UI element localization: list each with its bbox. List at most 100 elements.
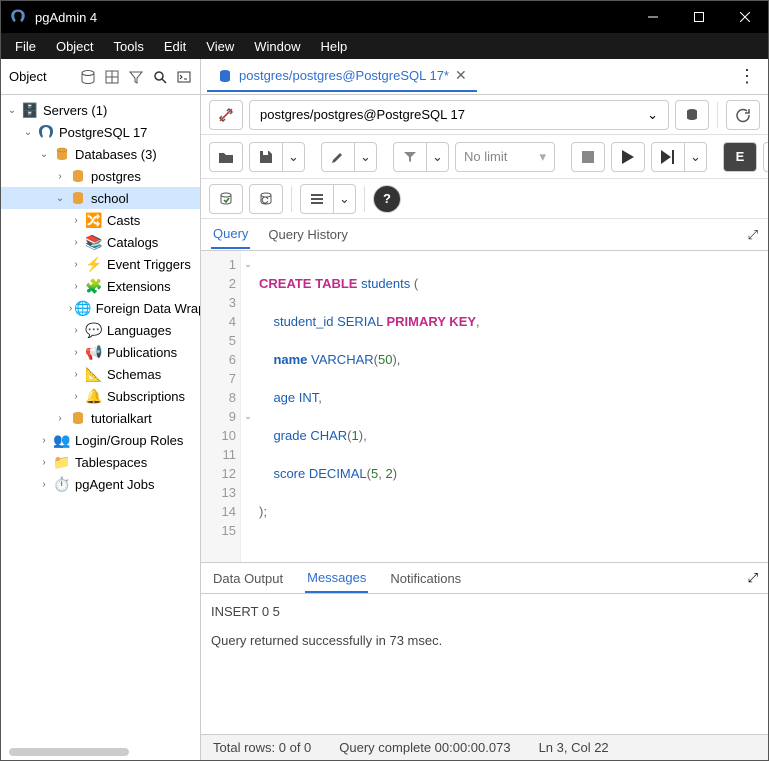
tree-db-tutorialkart[interactable]: ›tutorialkart	[1, 407, 200, 429]
tree-login-roles[interactable]: ›👥Login/Group Roles	[1, 429, 200, 451]
stop-button[interactable]	[571, 142, 605, 172]
edit-dropdown[interactable]: ⌄	[355, 142, 377, 172]
title-bar: pgAdmin 4	[1, 1, 768, 33]
schemas-icon: 📐	[85, 365, 103, 383]
help-button[interactable]: ?	[373, 185, 401, 213]
expand-editor-icon[interactable]: ⤢	[748, 227, 758, 243]
tree-servers[interactable]: ⌄🗄️Servers (1)	[1, 99, 200, 121]
filter-dropdown[interactable]: ⌄	[427, 142, 449, 172]
fold-gutter: ⌄⌄	[241, 251, 255, 562]
elephant-icon	[37, 123, 55, 141]
terminal-icon[interactable]	[172, 65, 196, 89]
tree-publications[interactable]: ›📢Publications	[1, 341, 200, 363]
tree-extensions[interactable]: ›🧩Extensions	[1, 275, 200, 297]
output-tab-data[interactable]: Data Output	[211, 565, 285, 592]
tree-pgagent[interactable]: ›⏱️pgAgent Jobs	[1, 473, 200, 495]
window-title: pgAdmin 4	[35, 10, 630, 25]
query-tool-tab[interactable]: postgres/postgres@PostgreSQL 17* ✕	[207, 61, 477, 92]
sql-editor[interactable]: 123456789101112131415 ⌄⌄ CREATE TABLE st…	[201, 251, 768, 562]
casts-icon: 🔀	[85, 211, 103, 229]
db-icon[interactable]	[76, 65, 100, 89]
subscriptions-icon: 🔔	[85, 387, 103, 405]
menu-help[interactable]: Help	[311, 35, 358, 58]
filter-button[interactable]	[393, 142, 427, 172]
minimize-button[interactable]	[630, 1, 676, 33]
tree-databases[interactable]: ⌄Databases (3)	[1, 143, 200, 165]
limit-select[interactable]: No limit▾	[455, 142, 555, 172]
close-button[interactable]	[722, 1, 768, 33]
open-file-button[interactable]	[209, 142, 243, 172]
chevron-down-icon: ▾	[539, 149, 546, 165]
new-connection-button[interactable]	[675, 100, 709, 130]
commit-button[interactable]	[209, 184, 243, 214]
status-cursor: Ln 3, Col 22	[539, 740, 609, 755]
save-dropdown[interactable]: ⌄	[283, 142, 305, 172]
execute-options-dropdown[interactable]: ⌄	[685, 142, 707, 172]
explain-button[interactable]: E	[723, 142, 757, 172]
messages-panel: INSERT 0 5 Query returned successfully i…	[201, 594, 768, 734]
tree-catalogs[interactable]: ›📚Catalogs	[1, 231, 200, 253]
menu-tools[interactable]: Tools	[104, 35, 154, 58]
publications-icon: 📢	[85, 343, 103, 361]
database-icon	[53, 145, 71, 163]
database-icon	[69, 189, 87, 207]
edit-button[interactable]	[321, 142, 355, 172]
editor-tab-history[interactable]: Query History	[266, 221, 349, 248]
tree-pg17[interactable]: ⌄PostgreSQL 17	[1, 121, 200, 143]
more-menu-icon[interactable]: ⋮	[732, 66, 762, 87]
tree-db-school[interactable]: ⌄school	[1, 187, 200, 209]
execute-button[interactable]	[611, 142, 645, 172]
menu-view[interactable]: View	[196, 35, 244, 58]
chevron-down-icon: ⌄	[647, 107, 658, 123]
servers-icon: 🗄️	[21, 101, 39, 119]
explain-analyze-button[interactable]	[763, 142, 768, 172]
tree-casts[interactable]: ›🔀Casts	[1, 209, 200, 231]
tree-subscriptions[interactable]: ›🔔Subscriptions	[1, 385, 200, 407]
tab-title: postgres/postgres@PostgreSQL 17*	[239, 68, 449, 83]
db-tab-icon	[217, 68, 233, 84]
menu-edit[interactable]: Edit	[154, 35, 196, 58]
search-icon[interactable]	[148, 65, 172, 89]
filter-icon[interactable]	[124, 65, 148, 89]
tree-languages[interactable]: ›💬Languages	[1, 319, 200, 341]
tree-db-postgres[interactable]: ›postgres	[1, 165, 200, 187]
extensions-icon: 🧩	[85, 277, 103, 295]
expand-output-icon[interactable]: ⤢	[748, 570, 758, 586]
macros-button[interactable]	[300, 184, 334, 214]
tree-tablespaces[interactable]: ›📁Tablespaces	[1, 451, 200, 473]
editor-tab-query[interactable]: Query	[211, 220, 250, 249]
grid-icon[interactable]	[100, 65, 124, 89]
tree-schemas[interactable]: ›📐Schemas	[1, 363, 200, 385]
fdw-icon: 🌐	[74, 299, 91, 317]
menu-file[interactable]: File	[5, 35, 46, 58]
rollback-button[interactable]	[249, 184, 283, 214]
tablespaces-icon: 📁	[53, 453, 71, 471]
sidebar-title: Object	[5, 69, 76, 84]
line-gutter: 123456789101112131415	[201, 251, 241, 562]
database-icon	[69, 409, 87, 427]
app-icon	[9, 8, 27, 26]
macros-dropdown[interactable]: ⌄	[334, 184, 356, 214]
tree-event-triggers[interactable]: ›⚡Event Triggers	[1, 253, 200, 275]
menu-object[interactable]: Object	[46, 35, 104, 58]
status-rows: Total rows: 0 of 0	[213, 740, 311, 755]
maximize-button[interactable]	[676, 1, 722, 33]
close-tab-icon[interactable]: ✕	[455, 67, 467, 84]
menu-window[interactable]: Window	[244, 35, 310, 58]
scrollbar-thumb[interactable]	[9, 748, 129, 756]
execute-options-button[interactable]	[651, 142, 685, 172]
languages-icon: 💬	[85, 321, 103, 339]
code-area[interactable]: CREATE TABLE students ( student_id SERIA…	[255, 251, 768, 562]
connection-status-button[interactable]	[209, 100, 243, 130]
output-tab-messages[interactable]: Messages	[305, 564, 368, 593]
save-button[interactable]	[249, 142, 283, 172]
database-icon	[69, 167, 87, 185]
roles-icon: 👥	[53, 431, 71, 449]
tree-fdw[interactable]: ›🌐Foreign Data Wrappers	[1, 297, 200, 319]
pgagent-icon: ⏱️	[53, 475, 71, 493]
output-tab-notifications[interactable]: Notifications	[388, 565, 463, 592]
object-explorer: Object ⌄🗄️Servers (1) ⌄PostgreSQL 17 ⌄Da…	[1, 59, 201, 760]
connection-select[interactable]: postgres/postgres@PostgreSQL 17⌄	[249, 100, 669, 130]
menu-bar: File Object Tools Edit View Window Help	[1, 33, 768, 59]
reset-button[interactable]	[726, 100, 760, 130]
